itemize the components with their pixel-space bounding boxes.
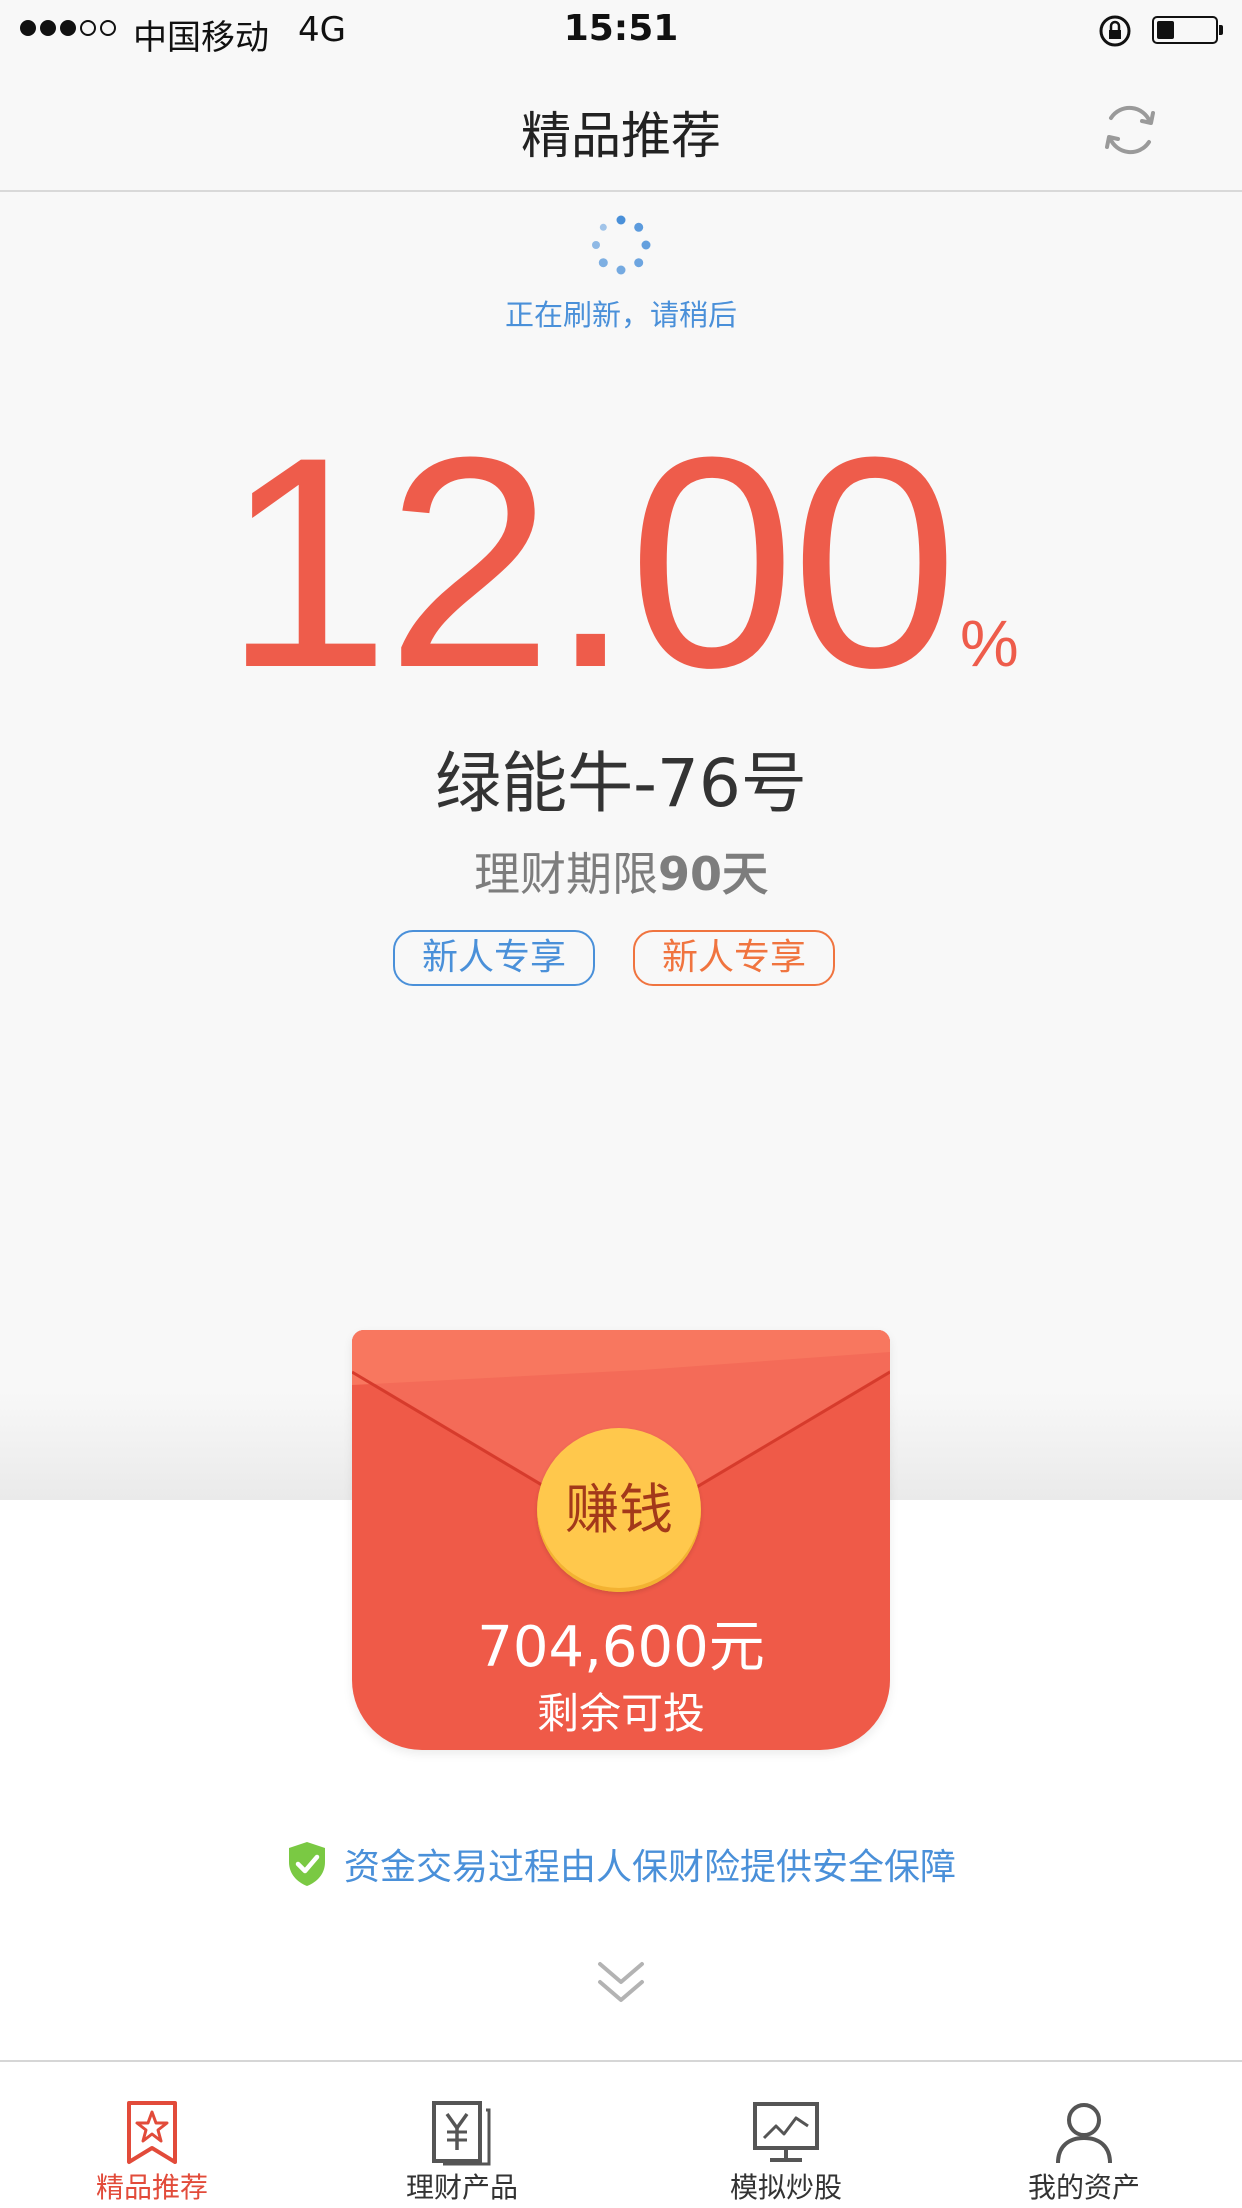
- earn-money-coin: 赚钱: [537, 1428, 701, 1592]
- status-time: 15:51: [563, 8, 679, 49]
- loading-text: 正在刷新，请稍后: [504, 298, 737, 332]
- tab-recommended[interactable]: 精品推荐: [52, 2100, 252, 2206]
- shield-check-icon: [288, 1842, 325, 1886]
- term-label: 理财期限: [473, 847, 658, 901]
- product-name: 绿能牛-76号: [435, 745, 807, 822]
- tab-simulated-trading[interactable]: 模拟炒股: [686, 2100, 886, 2206]
- tab-label: 理财产品: [405, 2171, 518, 2204]
- rate-value: 12.00: [223, 394, 958, 730]
- loading-spinner-icon: [592, 215, 651, 275]
- refresh-icon[interactable]: [1098, 98, 1162, 162]
- new-user-tag: 新人专享: [633, 930, 835, 986]
- tab-my-assets[interactable]: 我的资产: [984, 2100, 1184, 2206]
- battery-icon: [1152, 16, 1218, 44]
- tab-products[interactable]: 理财产品: [362, 2100, 562, 2206]
- yuan-document-icon: [432, 2101, 491, 2166]
- investment-term: 理财期限90天: [0, 838, 1242, 904]
- user-icon: [1056, 2103, 1112, 2164]
- coin-text: 赚钱: [565, 1478, 673, 1541]
- term-value: 90天: [657, 847, 768, 901]
- remaining-amount-label: 剩余可投: [536, 1689, 705, 1738]
- tab-label: 精品推荐: [95, 2171, 208, 2204]
- bookmark-star-icon: [127, 2101, 177, 2164]
- tab-label: 模拟炒股: [729, 2171, 842, 2204]
- status-bar: 中国移动 4G 15:51: [0, 0, 1242, 62]
- red-envelope-invest-button[interactable]: 赚钱 704,600元 剩余可投: [352, 1330, 890, 1750]
- bottom-tab-bar: 精品推荐 理财产品 模拟炒股 我的资产: [0, 2060, 1242, 2208]
- annual-rate: 12.00%: [0, 412, 1242, 712]
- security-note: 资金交易过程由人保财险提供安全保障: [0, 1838, 1242, 1892]
- chart-monitor-icon: [753, 2102, 819, 2162]
- chevron-down-icon[interactable]: [596, 1960, 646, 2006]
- page-title: 精品推荐: [521, 107, 721, 165]
- envelope-body: 赚钱 704,600元 剩余可投: [352, 1330, 890, 1750]
- tab-label: 我的资产: [1027, 2171, 1140, 2204]
- security-text: 资金交易过程由人保财险提供安全保障: [343, 1847, 956, 1888]
- remaining-amount: 704,600元: [477, 1615, 765, 1680]
- new-user-tag: 新人专享: [393, 930, 595, 986]
- navigation-bar: 精品推荐: [0, 62, 1242, 192]
- battery-tip: [1219, 25, 1223, 35]
- rate-unit: %: [960, 606, 1019, 680]
- orientation-lock-icon: [1099, 15, 1131, 47]
